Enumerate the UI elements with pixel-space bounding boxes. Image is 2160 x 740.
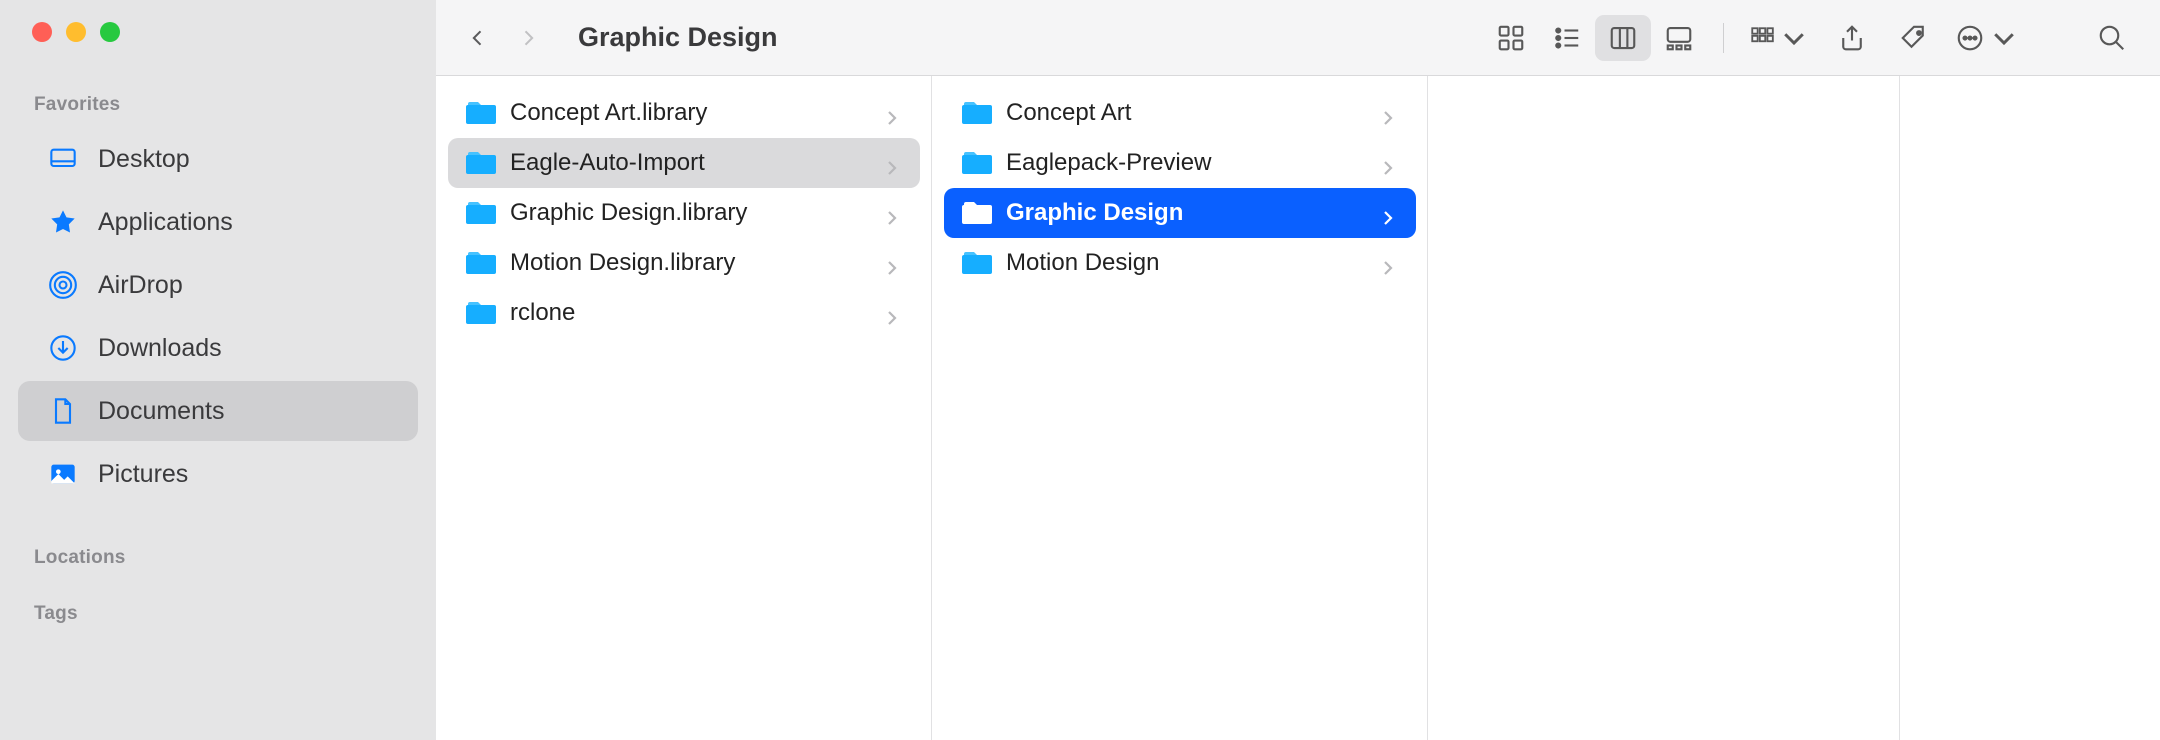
share-button[interactable] [1824,15,1880,61]
folder-label: Concept Art.library [510,99,872,127]
sidebar-item-downloads[interactable]: Downloads [18,318,418,378]
tags-button[interactable] [1886,15,1942,61]
document-icon [48,396,78,426]
sidebar-item-label: Pictures [98,460,188,489]
browser-column[interactable] [1428,76,1900,740]
zoom-window-button[interactable] [100,22,120,42]
forward-button[interactable] [506,16,550,60]
sidebar-section-title: Favorites [0,42,436,126]
sidebar-item-label: Applications [98,208,233,237]
folder-row[interactable]: Graphic Design [944,188,1416,238]
view-columns-button[interactable] [1595,15,1651,61]
view-list-button[interactable] [1539,15,1595,61]
folder-icon [962,148,992,178]
view-gallery-button[interactable] [1651,15,1707,61]
chevron-right-icon [1382,155,1398,171]
folder-icon [466,298,496,328]
sidebar-item-airdrop[interactable]: AirDrop [18,255,418,315]
chevron-down-icon [1779,23,1809,53]
folder-icon [466,198,496,228]
window-title: Graphic Design [556,22,778,53]
airdrop-icon [48,270,78,300]
desktop-icon [48,144,78,174]
chevron-right-icon [886,305,902,321]
folder-row[interactable]: rclone [448,288,920,338]
folder-row[interactable]: Concept Art.library [448,88,920,138]
sidebar-item-label: AirDrop [98,271,183,300]
chevron-right-icon [886,255,902,271]
minimize-window-button[interactable] [66,22,86,42]
sidebar-item-label: Downloads [98,334,222,363]
folder-label: Graphic Design [1006,199,1368,227]
back-button[interactable] [456,16,500,60]
view-icons-button[interactable] [1483,15,1539,61]
sidebar: Favorites Desktop Applications AirDrop D… [0,0,436,740]
sidebar-item-documents[interactable]: Documents [18,381,418,441]
chevron-down-icon [1989,23,2019,53]
chevron-right-icon [886,205,902,221]
folder-row[interactable]: Motion Design [944,238,1416,288]
folder-label: Eaglepack-Preview [1006,149,1368,177]
close-window-button[interactable] [32,22,52,42]
toolbar-separator [1723,23,1724,53]
folder-label: Motion Design.library [510,249,872,277]
actions-button[interactable] [1948,15,2026,61]
sidebar-item-label: Documents [98,397,224,426]
folder-row[interactable]: Motion Design.library [448,238,920,288]
sidebar-item-desktop[interactable]: Desktop [18,129,418,189]
apps-icon [48,207,78,237]
sidebar-item-pictures[interactable]: Pictures [18,444,418,504]
download-icon [48,333,78,363]
folder-icon [962,248,992,278]
folder-label: Concept Art [1006,99,1368,127]
sidebar-section-title: Tags [0,579,436,635]
chevron-right-icon [886,105,902,121]
sidebar-item-applications[interactable]: Applications [18,192,418,252]
folder-icon [466,248,496,278]
folder-icon [962,98,992,128]
folder-row[interactable]: Eagle-Auto-Import [448,138,920,188]
search-button[interactable] [2084,15,2140,61]
folder-icon [466,148,496,178]
folder-row[interactable]: Concept Art [944,88,1416,138]
chevron-right-icon [886,155,902,171]
view-switcher [1483,15,1707,61]
sidebar-item-label: Desktop [98,145,190,174]
browser-column[interactable]: Concept Art.library Eagle-Auto-Import Gr… [436,76,932,740]
folder-label: Motion Design [1006,249,1368,277]
folder-icon [466,98,496,128]
pictures-icon [48,459,78,489]
toolbar: Graphic Design [436,0,2160,76]
browser-column[interactable]: Concept Art Eaglepack-Preview Graphic De… [932,76,1428,740]
folder-label: Eagle-Auto-Import [510,149,872,177]
folder-row[interactable]: Eaglepack-Preview [944,138,1416,188]
chevron-right-icon [1382,255,1398,271]
folder-icon [962,198,992,228]
sidebar-section-title: Locations [0,507,436,579]
folder-label: Graphic Design.library [510,199,872,227]
main-area: Graphic Design [436,0,2160,740]
window-controls [0,22,436,42]
browser-column[interactable] [1900,76,2160,740]
column-browser: Concept Art.library Eagle-Auto-Import Gr… [436,76,2160,740]
folder-row[interactable]: Graphic Design.library [448,188,920,238]
chevron-right-icon [1382,205,1398,221]
group-by-button[interactable] [1740,15,1818,61]
chevron-right-icon [1382,105,1398,121]
folder-label: rclone [510,299,872,327]
